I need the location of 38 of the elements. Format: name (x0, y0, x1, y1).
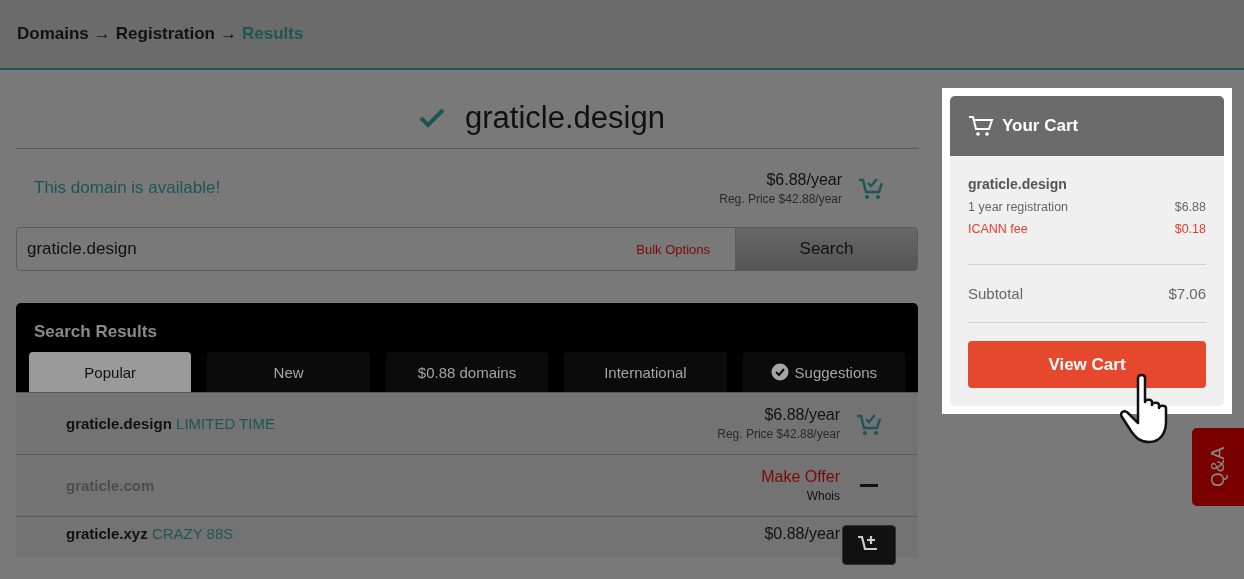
minus-icon[interactable] (860, 483, 878, 488)
breadcrumb-separator: → (220, 24, 237, 44)
tab[interactable]: Suggestions (742, 352, 906, 392)
cart-item-name: graticle.design (968, 176, 1068, 192)
results-title: Search Results (33, 321, 158, 343)
line-label: 1 year registration (968, 200, 1069, 214)
regular-price: Reg. Price $42.88/year (717, 427, 840, 441)
tab[interactable]: International (564, 352, 727, 392)
domain-name: graticle.xyz CRAZY 88S (66, 525, 235, 542)
line-amount: $6.88 (1174, 200, 1206, 214)
tab[interactable]: New (207, 352, 370, 392)
regular-price: Reg. Price $42.88/year (719, 191, 842, 206)
subtotal-amount: $7.06 (1168, 285, 1206, 302)
subtotal-label: Subtotal (968, 285, 1024, 302)
breadcrumb-separator: → (93, 24, 111, 44)
add-to-cart-button[interactable] (842, 525, 896, 565)
tab[interactable]: $0.88 domains (385, 352, 549, 392)
whois-link[interactable]: Whois (806, 489, 840, 503)
domain-title: graticle.design (465, 100, 665, 136)
search-field[interactable]: graticle.design Bulk Options Search (16, 227, 918, 271)
check-circle-icon (770, 363, 789, 381)
search-button[interactable]: Search (735, 228, 917, 270)
view-cart-button[interactable]: View Cart (968, 341, 1206, 388)
breadcrumb-link[interactable]: Registration (115, 24, 215, 44)
domain-name: graticle.design LIMITED TIME (66, 415, 276, 432)
price: $0.88/year (764, 525, 840, 543)
make-offer-link[interactable]: Make Offer (761, 468, 840, 486)
line-amount: $0.18 (1174, 222, 1206, 236)
price: $6.88/year (766, 170, 842, 189)
breadcrumb-link[interactable]: Domains (17, 24, 89, 44)
cart-title: Your Cart (1002, 116, 1079, 136)
bulk-options-link[interactable]: Bulk Options (611, 228, 735, 270)
cart-icon (968, 115, 994, 137)
tab[interactable]: Popular (29, 352, 192, 392)
availability-message: This domain is available! (34, 178, 222, 198)
line-label: ICANN fee (968, 222, 1028, 236)
price: $6.88/year (764, 406, 840, 424)
qa-tab[interactable]: Q&A (1192, 428, 1244, 506)
